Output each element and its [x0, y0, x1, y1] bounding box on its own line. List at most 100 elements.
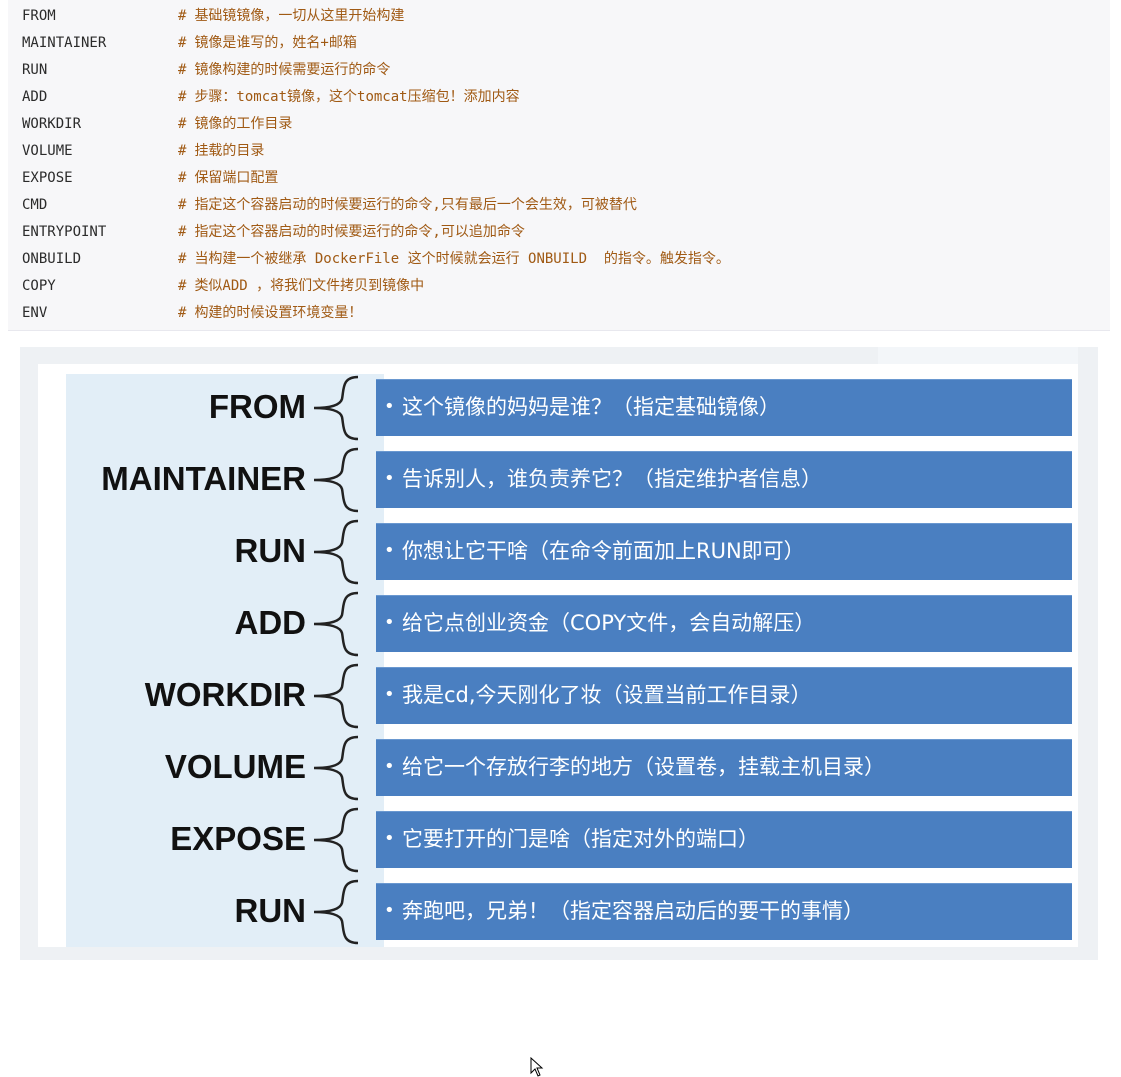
- bullet-icon: •: [384, 612, 395, 633]
- comment-text: 类似ADD ，将我们文件拷贝到镜像中: [194, 278, 425, 294]
- comment-text: 指定这个容器启动的时候要运行的命令,可以追加命令: [194, 224, 525, 240]
- slide-instruction: FROM: [68, 375, 368, 441]
- brace-icon: [306, 879, 364, 945]
- slide-description-box: • 告诉别人，谁负责养它？（指定维护者信息）: [376, 451, 1072, 508]
- comment-text: 当构建一个被继承 DockerFile 这个时候就会运行 ONBUILD 的指令…: [194, 251, 730, 267]
- slide-instruction: RUN: [68, 879, 368, 945]
- instruction-keyword: ENTRYPOINT: [22, 224, 107, 240]
- slide-description-box: • 给它一个存放行李的地方（设置卷，挂载主机目录）: [376, 739, 1072, 796]
- code-line: WORKDIR # 镜像的工作目录: [8, 111, 1108, 138]
- brace-icon: [306, 807, 364, 873]
- slide-description-text: 给它一个存放行李的地方（设置卷，挂载主机目录）: [402, 755, 885, 779]
- instruction-comment: # 挂载的目录: [178, 138, 264, 165]
- brace-icon: [306, 447, 364, 513]
- slide-description-text: 它要打开的门是啥（指定对外的端口）: [402, 827, 759, 851]
- comment-text: 步骤：tomcat镜像，这个tomcat压缩包！添加内容: [194, 89, 520, 105]
- slide-description-text: 给它点创业资金（COPY文件，会自动解压）: [402, 611, 816, 635]
- brace-icon: [306, 735, 364, 801]
- slide-description-text: 告诉别人，谁负责养它？（指定维护者信息）: [402, 467, 822, 491]
- comment-marker: #: [178, 305, 187, 321]
- slide-instruction: EXPOSE: [68, 807, 368, 873]
- code-line: EXPOSE # 保留端口配置: [8, 165, 1108, 192]
- instruction-comment: # 当构建一个被继承 DockerFile 这个时候就会运行 ONBUILD 的指…: [178, 246, 730, 273]
- instruction-comment: # 类似ADD ，将我们文件拷贝到镜像中: [178, 273, 424, 300]
- comment-marker: #: [178, 116, 187, 132]
- slide-instruction-label: EXPOSE: [170, 820, 306, 857]
- comment-marker: #: [178, 224, 187, 240]
- instruction-keyword: ENV: [22, 305, 48, 321]
- instruction-keyword: WORKDIR: [22, 116, 82, 132]
- instruction-keyword: ADD: [22, 89, 48, 105]
- slide-description-text: 你想让它干啥（在命令前面加上RUN即可）: [402, 539, 805, 563]
- slide-instruction: MAINTAINER: [68, 447, 368, 513]
- comment-marker: #: [178, 62, 187, 78]
- comment-marker: #: [178, 170, 187, 186]
- comment-text: 镜像是谁写的，姓名+邮箱: [194, 35, 357, 51]
- instruction-keyword: FROM: [22, 8, 56, 24]
- slide-description-box: • 我是cd,今天刚化了妆（设置当前工作目录）: [376, 667, 1072, 724]
- instruction-keyword: VOLUME: [22, 143, 73, 159]
- brace-icon: [306, 663, 364, 729]
- slide-description-box: • 它要打开的门是啥（指定对外的端口）: [376, 811, 1072, 868]
- code-line: ENV # 构建的时候设置环境变量！: [8, 300, 1108, 327]
- comment-text: 构建的时候设置环境变量！: [194, 305, 363, 321]
- slide-description-box: • 给它点创业资金（COPY文件，会自动解压）: [376, 595, 1072, 652]
- slide-description-box: • 你想让它干啥（在命令前面加上RUN即可）: [376, 523, 1072, 580]
- instruction-comment: # 基础镜镜像，一切从这里开始构建: [178, 3, 404, 30]
- brace-icon: [306, 519, 364, 585]
- slide-instruction-label: MAINTAINER: [101, 460, 306, 497]
- code-line: RUN # 镜像构建的时候需要运行的命令: [8, 57, 1108, 84]
- slide-instruction-label: ADD: [234, 604, 307, 641]
- bullet-icon: •: [384, 756, 395, 777]
- comment-marker: #: [178, 143, 187, 159]
- code-line: ENTRYPOINT # 指定这个容器启动的时候要运行的命令,可以追加命令: [8, 219, 1108, 246]
- comment-text: 基础镜镜像，一切从这里开始构建: [194, 8, 405, 24]
- dockerfile-instructions-slide: FROM • 这个镜像的妈妈是谁？（指定基础镜像） MAINTAINER • 告诉别人，谁…: [38, 364, 1078, 947]
- instruction-comment: # 镜像是谁写的，姓名+邮箱: [178, 30, 357, 57]
- code-line: COPY # 类似ADD ，将我们文件拷贝到镜像中: [8, 273, 1108, 300]
- brace-icon: [306, 591, 364, 657]
- brace-icon: [306, 375, 364, 441]
- slide-instruction-label: FROM: [208, 388, 306, 425]
- slide-instruction: WORKDIR: [68, 663, 368, 729]
- slide-instruction: RUN: [68, 519, 368, 585]
- instruction-keyword: ONBUILD: [22, 251, 82, 267]
- instruction-comment: # 指定这个容器启动的时候要运行的命令,只有最后一个会生效，可被替代: [178, 192, 637, 219]
- slide-description-text: 奔跑吧，兄弟！（指定容器启动后的要干的事情）: [402, 899, 864, 923]
- instruction-keyword: RUN: [22, 62, 48, 78]
- slide-instruction-label: RUN: [234, 892, 307, 929]
- comment-marker: #: [178, 35, 187, 51]
- slide-instruction-label: RUN: [234, 532, 307, 569]
- bullet-icon: •: [384, 540, 395, 561]
- slide-instruction-label: VOLUME: [164, 748, 306, 785]
- code-line: MAINTAINER # 镜像是谁写的，姓名+邮箱: [8, 30, 1108, 57]
- slide-description-text: 这个镜像的妈妈是谁？（指定基础镜像）: [402, 395, 780, 419]
- instruction-keyword: COPY: [22, 278, 56, 294]
- slide-instruction-label: WORKDIR: [144, 676, 306, 713]
- instruction-comment: # 步骤：tomcat镜像，这个tomcat压缩包！添加内容: [178, 84, 520, 111]
- instruction-comment: # 构建的时候设置环境变量！: [178, 300, 362, 327]
- instruction-comment: # 镜像构建的时候需要运行的命令: [178, 57, 390, 84]
- comment-text: 挂载的目录: [194, 143, 265, 159]
- comment-marker: #: [178, 197, 187, 213]
- bullet-icon: •: [384, 828, 395, 849]
- comment-text: 镜像的工作目录: [194, 116, 293, 132]
- comment-text: 镜像构建的时候需要运行的命令: [194, 62, 391, 78]
- comment-marker: #: [178, 251, 187, 267]
- mouse-cursor-icon: [530, 1057, 544, 1077]
- code-line: ADD # 步骤：tomcat镜像，这个tomcat压缩包！添加内容: [8, 84, 1108, 111]
- bullet-icon: •: [384, 684, 395, 705]
- comment-marker: #: [178, 278, 187, 294]
- instruction-comment: # 镜像的工作目录: [178, 111, 292, 138]
- slide-instruction: VOLUME: [68, 735, 368, 801]
- code-line: ONBUILD # 当构建一个被继承 DockerFile 这个时候就会运行 ONB…: [8, 246, 1108, 273]
- dockerfile-code-block: FROM # 基础镜镜像，一切从这里开始构建 MAINTAINER # 镜像是谁写的，姓名…: [8, 0, 1110, 331]
- comment-text: 指定这个容器启动的时候要运行的命令,只有最后一个会生效，可被替代: [194, 197, 637, 213]
- instruction-comment: # 指定这个容器启动的时候要运行的命令,可以追加命令: [178, 219, 525, 246]
- comment-marker: #: [178, 8, 187, 24]
- slide-description-box: • 奔跑吧，兄弟！（指定容器启动后的要干的事情）: [376, 883, 1072, 940]
- slide-instruction: ADD: [68, 591, 368, 657]
- instruction-keyword: EXPOSE: [22, 170, 73, 186]
- bullet-icon: •: [384, 396, 395, 417]
- slide-image: FROM • 这个镜像的妈妈是谁？（指定基础镜像） MAINTAINER • 告诉别人，谁…: [20, 347, 1098, 1077]
